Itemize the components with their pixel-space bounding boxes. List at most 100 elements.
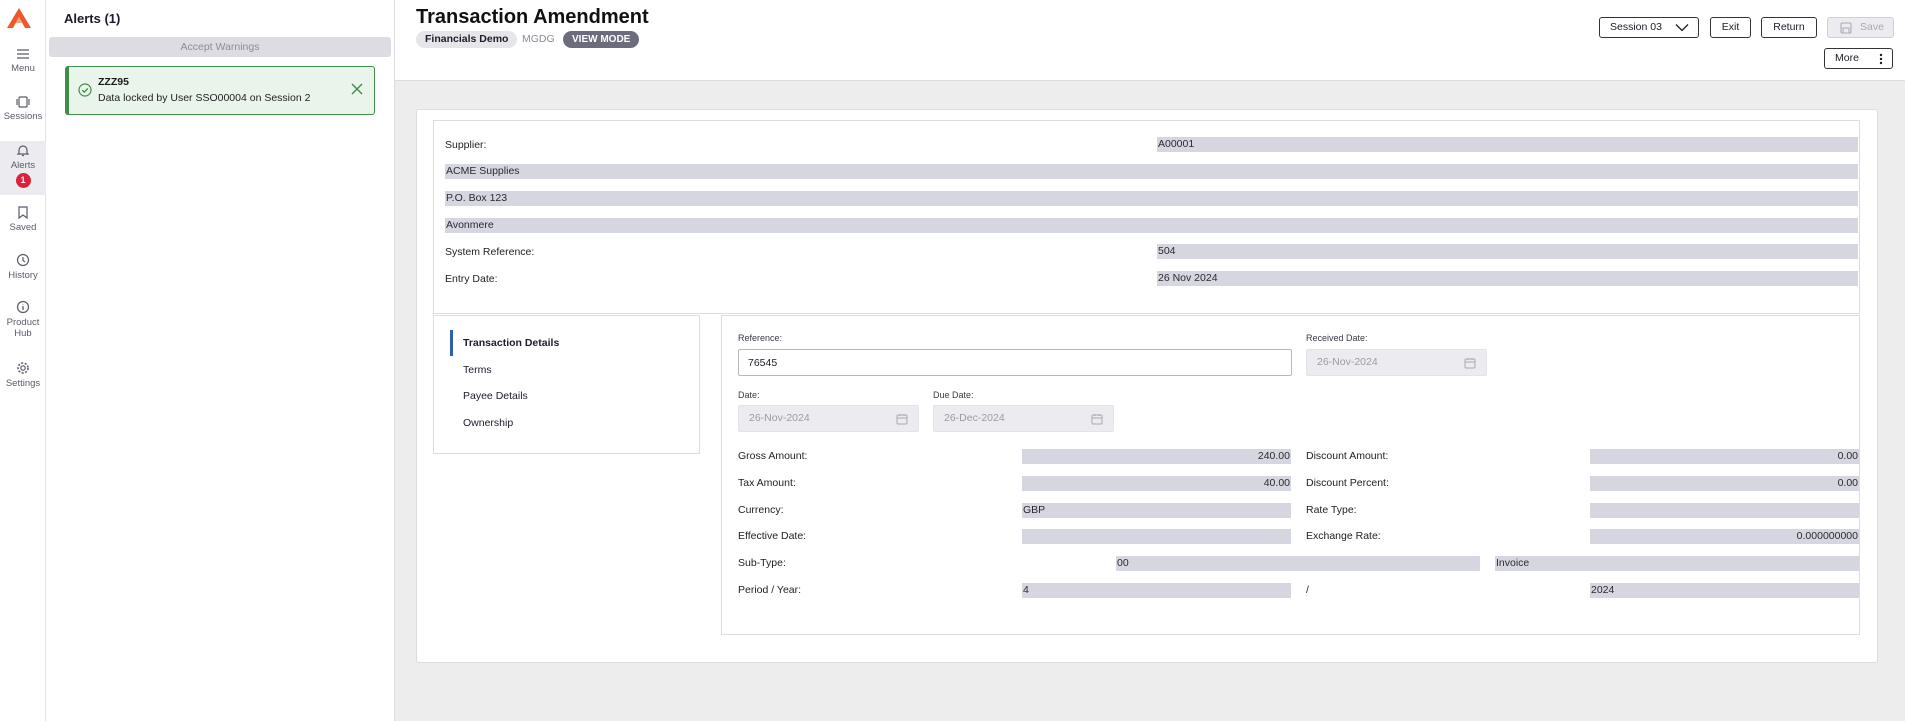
sessions-icon (16, 96, 30, 108)
reference-label: Reference: (738, 333, 783, 343)
nav-history[interactable]: History (0, 253, 46, 289)
system-reference-field: 504 (1157, 244, 1858, 259)
tax-amount-field: 40.00 (1022, 476, 1291, 491)
nav-alerts[interactable]: Alerts 1 (0, 141, 46, 195)
nav-saved[interactable]: Saved (0, 206, 46, 242)
success-check-icon (78, 83, 92, 97)
sub-type-label: Sub-Type: (738, 557, 786, 569)
nav-product-hub[interactable]: Product Hub (0, 300, 46, 346)
tab-ownership[interactable]: Ownership (434, 410, 700, 436)
gross-amount-field: 240.00 (1022, 449, 1291, 464)
nav-saved-label: Saved (9, 222, 37, 233)
alert-message: Data locked by User SSO00004 on Session … (98, 92, 311, 104)
company-chip: Financials Demo (416, 31, 518, 48)
more-button[interactable]: More (1824, 48, 1893, 69)
session-select-label: Session 03 (1610, 21, 1662, 33)
section-tabs: Transaction Details Terms Payee Details … (433, 315, 700, 454)
calendar-icon (896, 414, 908, 425)
nav-rail: Menu Sessions Alerts 1 Saved History Pro… (0, 0, 46, 721)
alerts-panel: Alerts (1) Accept Warnings ZZZ95 Data lo… (46, 0, 395, 721)
nav-sessions[interactable]: Sessions (0, 96, 46, 132)
tab-transaction-details[interactable]: Transaction Details (434, 330, 700, 356)
supplier-name-field: ACME Supplies (445, 164, 1858, 179)
company-code: MGDG (522, 33, 555, 45)
alert-card: ZZZ95 Data locked by User SSO00004 on Se… (65, 66, 375, 115)
return-button[interactable]: Return (1761, 17, 1817, 38)
alert-code: ZZZ95 (98, 76, 129, 88)
gross-amount-label: Gross Amount: (738, 450, 808, 462)
received-date-field: 26-Nov-2024 (1306, 349, 1487, 376)
tab-terms[interactable]: Terms (434, 357, 700, 383)
main-area: Transaction Amendment Financials Demo MG… (395, 0, 1905, 721)
effective-date-field (1022, 529, 1291, 544)
exchange-rate-label: Exchange Rate: (1306, 530, 1381, 542)
calendar-icon (1464, 358, 1476, 369)
page-header: Transaction Amendment Financials Demo MG… (395, 0, 1905, 81)
currency-field: GBP (1022, 503, 1291, 518)
supplier-address1-field: P.O. Box 123 (445, 191, 1858, 206)
rate-type-label: Rate Type: (1306, 504, 1357, 516)
alerts-panel-title: Alerts (1) (64, 11, 121, 26)
period-year-separator: / (1306, 584, 1309, 596)
system-reference-label: System Reference: (445, 246, 535, 258)
save-icon (1840, 22, 1852, 34)
transaction-details-card: Reference: Received Date: 26-Nov-2024 Da… (721, 315, 1860, 635)
discount-percent-label: Discount Percent: (1306, 477, 1389, 489)
nav-menu[interactable]: Menu (0, 48, 46, 84)
reference-input[interactable] (738, 349, 1292, 376)
date-label: Date: (738, 390, 760, 400)
clock-icon (16, 253, 30, 267)
effective-date-label: Effective Date: (738, 530, 807, 542)
save-button[interactable]: Save (1827, 17, 1894, 38)
view-mode-badge: VIEW MODE (563, 31, 640, 48)
gear-icon (17, 362, 29, 374)
supplier-address2-field: Avonmere (445, 218, 1858, 233)
chevron-down-icon (1675, 24, 1689, 32)
nav-history-label: History (8, 270, 38, 281)
bookmark-icon (18, 206, 28, 219)
exchange-rate-field: 0.000000000 (1590, 529, 1859, 544)
more-vertical-icon (1879, 53, 1883, 65)
close-icon[interactable] (350, 82, 364, 96)
alerts-count-badge: 1 (15, 173, 31, 188)
info-icon (16, 300, 30, 314)
supplier-code-field: A00001 (1157, 137, 1858, 152)
received-date-label: Received Date: (1306, 333, 1368, 343)
date-field: 26-Nov-2024 (738, 405, 919, 432)
nav-sessions-label: Sessions (3, 111, 43, 122)
nav-alerts-label: Alerts (10, 160, 36, 171)
period-field: 4 (1022, 583, 1291, 598)
nav-menu-label: Menu (11, 63, 35, 74)
nav-settings[interactable]: Settings (0, 361, 46, 397)
period-year-label: Period / Year: (738, 584, 802, 596)
exit-button[interactable]: Exit (1710, 17, 1751, 38)
app-logo (7, 8, 31, 28)
page-title: Transaction Amendment (416, 6, 649, 28)
entry-date-field: 26 Nov 2024 (1157, 271, 1858, 286)
calendar-icon (1091, 414, 1103, 425)
supplier-card: Supplier: A00001 ACME Supplies P.O. Box … (433, 120, 1860, 314)
sub-type-name-field: Invoice (1495, 556, 1859, 571)
entry-date-label: Entry Date: (445, 273, 498, 285)
rate-type-field (1590, 503, 1859, 518)
accept-warnings-button[interactable]: Accept Warnings (49, 37, 391, 57)
more-button-label: More (1835, 52, 1859, 64)
nav-settings-label: Settings (5, 378, 41, 389)
session-select[interactable]: Session 03 (1599, 17, 1699, 38)
supplier-label: Supplier: (445, 139, 487, 151)
tax-amount-label: Tax Amount: (738, 477, 796, 489)
nav-product-hub-label: Product Hub (6, 317, 40, 339)
received-date-value: 26-Nov-2024 (1317, 356, 1378, 368)
menu-icon (17, 49, 29, 59)
discount-amount-label: Discount Amount: (1306, 450, 1389, 462)
bell-icon (16, 145, 30, 157)
tab-payee-details[interactable]: Payee Details (434, 383, 700, 409)
sub-type-code-field: 00 (1116, 556, 1480, 571)
due-date-label: Due Date: (933, 390, 974, 400)
year-field: 2024 (1590, 583, 1859, 598)
due-date-field: 26-Dec-2024 (933, 405, 1114, 432)
due-date-value: 26-Dec-2024 (944, 412, 1005, 424)
date-value: 26-Nov-2024 (749, 412, 810, 424)
save-button-label: Save (1860, 21, 1884, 33)
currency-label: Currency: (738, 504, 784, 516)
